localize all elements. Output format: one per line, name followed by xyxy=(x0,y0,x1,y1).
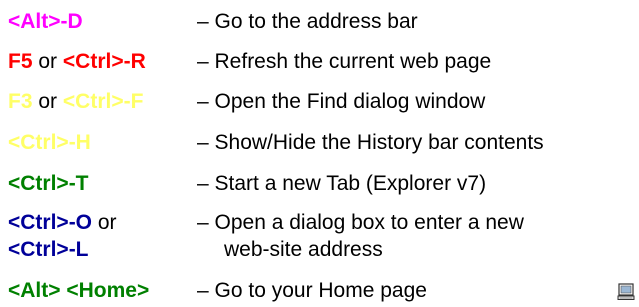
key-ctrl-o: <Ctrl>-O xyxy=(8,211,93,234)
shortcut-keys: <Alt>-D xyxy=(8,10,83,34)
key-alt-home: <Alt> <Home> xyxy=(8,279,150,302)
key-f5: F5 xyxy=(8,50,33,73)
key-ctrl-r: <Ctrl>-R xyxy=(62,50,146,73)
shortcut-description: – Refresh the current web page xyxy=(197,50,492,73)
or-label: or xyxy=(38,90,58,113)
or-label: or xyxy=(38,50,58,73)
shortcut-description: – Start a new Tab (Explorer v7) xyxy=(197,172,487,195)
shortcut-keys: <Ctrl>-L xyxy=(8,238,89,262)
shortcut-keys: F3 or <Ctrl>-F xyxy=(8,90,143,114)
shortcut-description: – Open the Find dialog window xyxy=(197,90,486,113)
key-ctrl-l: <Ctrl>-L xyxy=(8,238,89,261)
shortcut-keys: <Ctrl>-T xyxy=(8,172,89,196)
key-ctrl-t: <Ctrl>-T xyxy=(8,172,89,195)
shortcut-keys: <Alt> <Home> xyxy=(8,279,149,303)
shortcut-keys: <Ctrl>-H xyxy=(8,131,91,155)
shortcut-keys: F5 or <Ctrl>-R xyxy=(8,50,146,74)
shortcut-description-continued: web-site address xyxy=(224,238,383,261)
shortcut-description: – Show/Hide the History bar contents xyxy=(197,131,544,154)
key-alt-d: <Alt>-D xyxy=(8,10,83,33)
key-ctrl-f: <Ctrl>-F xyxy=(62,90,144,113)
shortcut-description: – Open a dialog box to enter a new xyxy=(197,211,524,234)
computer-icon xyxy=(617,283,635,300)
shortcut-keys: <Ctrl>-O or xyxy=(8,211,117,235)
or-label: or xyxy=(97,211,117,234)
key-ctrl-h: <Ctrl>-H xyxy=(8,131,91,154)
shortcut-description: – Go to the address bar xyxy=(197,10,418,33)
shortcut-description: – Go to your Home page xyxy=(197,279,427,302)
key-f3: F3 xyxy=(8,90,33,113)
